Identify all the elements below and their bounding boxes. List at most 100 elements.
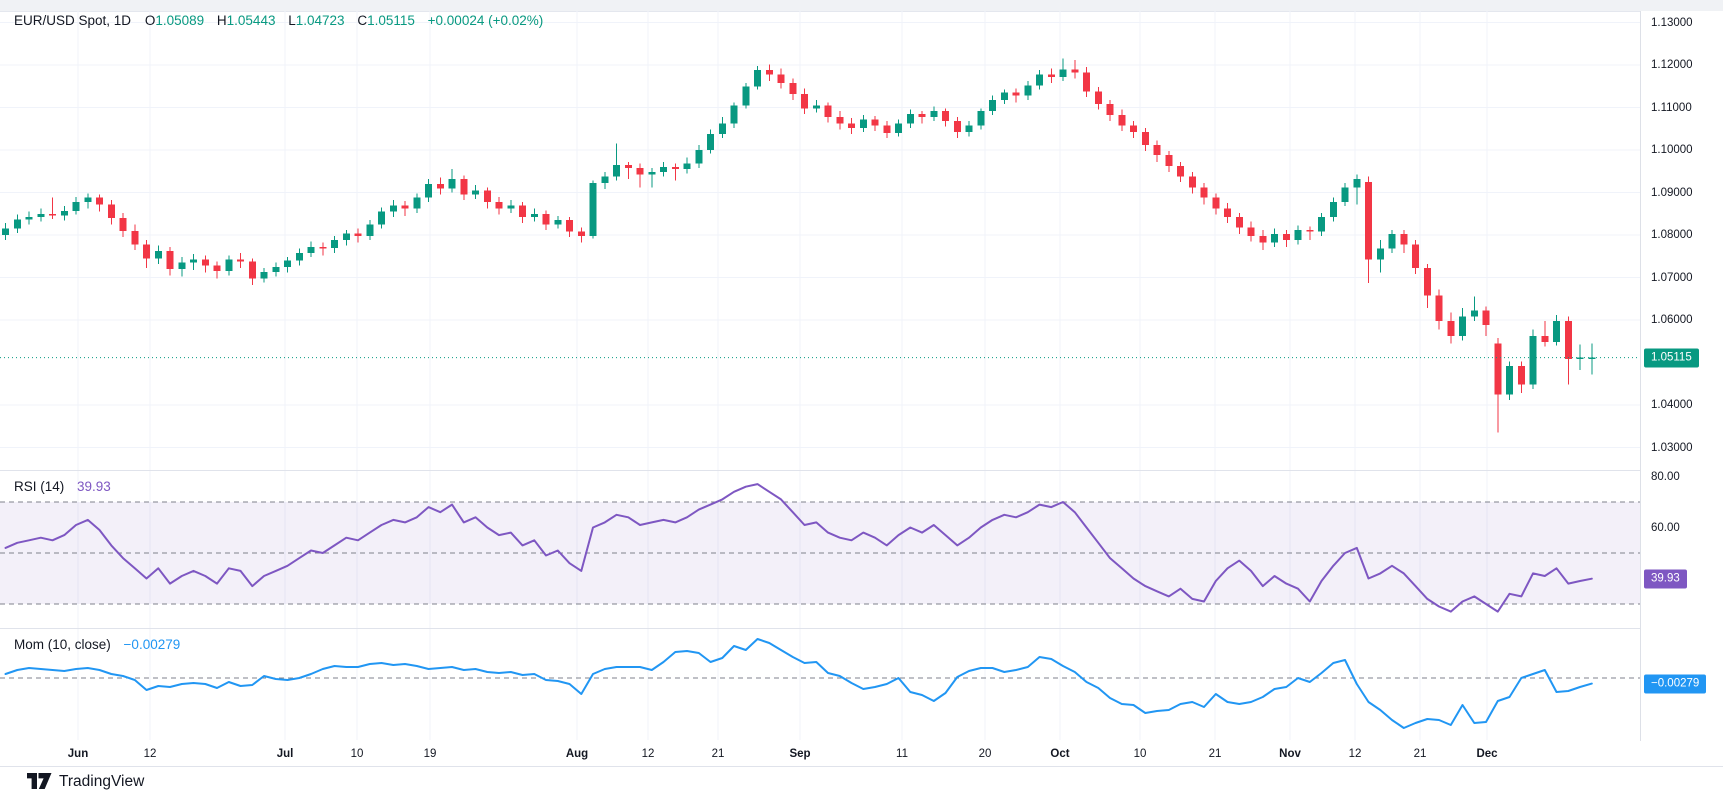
candle-body <box>672 167 679 169</box>
rsi-pane-legend: RSI (14) 39.93 <box>14 479 111 494</box>
time-axis-label: 10 <box>1134 748 1147 760</box>
candle-body <box>73 202 80 211</box>
candle-body <box>1142 132 1149 145</box>
candle-body <box>1436 295 1443 321</box>
candle-body <box>731 105 738 123</box>
rsi-axis-label: 80.00 <box>1651 471 1680 483</box>
candle-body <box>1060 69 1067 77</box>
candle-body <box>660 167 667 172</box>
candle-body <box>601 176 608 183</box>
candle-body <box>1424 268 1431 295</box>
rsi-value-badge: 39.93 <box>1644 569 1687 588</box>
time-axis-label: 12 <box>1349 748 1362 760</box>
price-axis-label: 1.12000 <box>1651 59 1693 71</box>
price-pane-legend: EUR/USD Spot, 1D O1.05089 H1.05443 L1.04… <box>14 13 552 28</box>
symbol-title[interactable]: EUR/USD Spot, 1D <box>14 13 131 28</box>
price-axis-label: 1.09000 <box>1651 187 1693 199</box>
time-axis[interactable]: Jun12Jul1019Aug1221Sep1120Oct1021Nov1221… <box>0 741 1641 766</box>
price-axis-label: 1.03000 <box>1651 442 1693 454</box>
chart-canvas[interactable] <box>0 0 1723 803</box>
candle-body <box>308 247 315 253</box>
candle-body <box>402 205 409 208</box>
candle-body <box>719 124 726 134</box>
time-axis-label: Dec <box>1476 748 1497 760</box>
ohlc-high-value: 1.05443 <box>227 13 276 28</box>
candle-body <box>272 267 279 272</box>
tradingview-branding[interactable]: TradingView <box>27 771 144 792</box>
ohlc-low-value: 1.04723 <box>296 13 345 28</box>
candle-body <box>331 240 338 248</box>
time-axis-label: Jun <box>68 748 88 760</box>
candle-body <box>496 202 503 209</box>
candle-body <box>261 272 268 278</box>
candle-body <box>1130 125 1137 132</box>
time-axis-label: Aug <box>566 748 588 760</box>
candle-body <box>131 231 138 244</box>
candle-body <box>390 205 397 211</box>
time-axis-label: 12 <box>144 748 157 760</box>
candle-body <box>1365 182 1372 260</box>
change-value: +0.00024 (+0.02%) <box>428 13 544 28</box>
candle-body <box>789 83 796 94</box>
candle-body <box>366 224 373 235</box>
candle-body <box>178 263 185 269</box>
time-axis-label: Jul <box>277 748 294 760</box>
time-axis-label: 21 <box>712 748 725 760</box>
pane-separator-momentum[interactable] <box>0 628 1641 629</box>
candle-body <box>1389 234 1396 248</box>
candle-body <box>684 164 691 170</box>
pane-separator-rsi[interactable] <box>0 470 1641 471</box>
candle-body <box>343 234 350 240</box>
candle-body <box>37 214 44 217</box>
candle-body <box>895 124 902 133</box>
candle-body <box>413 198 420 209</box>
candle-body <box>613 165 620 176</box>
candle-body <box>954 121 961 132</box>
candle-body <box>1013 93 1020 96</box>
candle-body <box>754 70 761 86</box>
candle-body <box>977 111 984 125</box>
candle-body <box>1306 230 1313 232</box>
candle-body <box>1471 311 1478 317</box>
candle-body <box>966 125 973 132</box>
candle-body <box>190 260 197 263</box>
candle-body <box>1001 93 1008 100</box>
candle-body <box>531 214 538 217</box>
candle-body <box>1048 74 1055 77</box>
candle-body <box>707 134 714 150</box>
price-axis-label: 1.11000 <box>1651 102 1692 114</box>
candle-body <box>1483 311 1490 325</box>
candle-body <box>543 214 550 225</box>
candle-body <box>1083 73 1090 92</box>
candle-body <box>1459 317 1466 337</box>
time-axis-label: 20 <box>979 748 992 760</box>
candle-body <box>49 214 56 216</box>
candle-body <box>648 172 655 175</box>
time-axis-label: 21 <box>1414 748 1427 760</box>
momentum-title[interactable]: Mom (10, close) <box>14 637 111 652</box>
candle-body <box>766 70 773 74</box>
time-axis-label: Nov <box>1279 748 1301 760</box>
candle-body <box>425 184 432 198</box>
candle-body <box>1224 209 1231 218</box>
candle-body <box>1565 321 1572 359</box>
candle-body <box>1318 217 1325 231</box>
ohlc-open-value: 1.05089 <box>155 13 204 28</box>
candle-body <box>1400 234 1407 244</box>
candle-body <box>942 111 949 121</box>
candle-body <box>14 219 21 228</box>
rsi-value: 39.93 <box>77 479 111 494</box>
candle-body <box>519 205 526 217</box>
price-axis[interactable]: 1.130001.120001.110001.100001.090001.080… <box>1640 11 1723 766</box>
candle-body <box>507 205 514 208</box>
candle-body <box>1295 230 1302 240</box>
candle-body <box>225 260 232 271</box>
candle-body <box>96 198 103 205</box>
candle-body <box>1330 202 1337 217</box>
candle-body <box>1588 358 1595 360</box>
candle-body <box>883 125 890 133</box>
candle-body <box>1248 227 1255 236</box>
candle-body <box>1353 179 1360 188</box>
rsi-title[interactable]: RSI (14) <box>14 479 64 494</box>
momentum-line <box>6 639 1592 728</box>
